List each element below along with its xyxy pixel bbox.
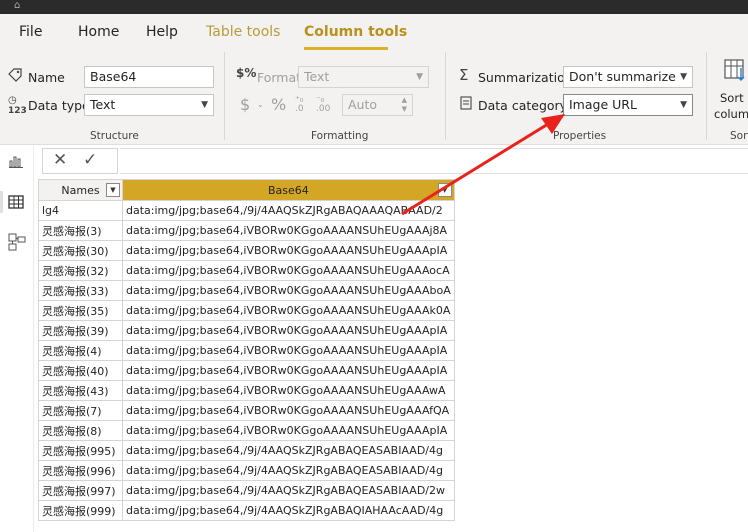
- annotation-arrow: [401, 114, 565, 216]
